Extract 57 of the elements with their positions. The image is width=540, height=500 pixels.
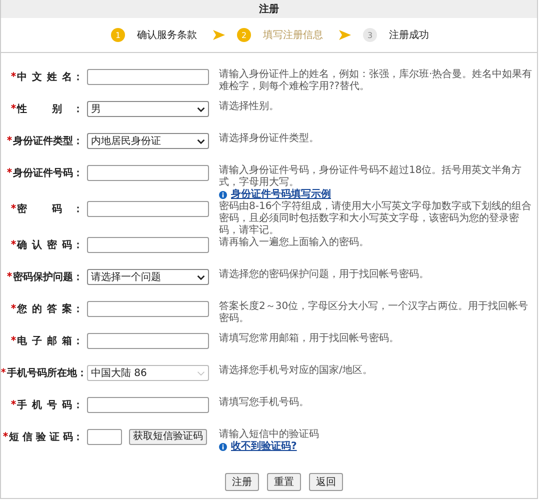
field-label: 身份证件号码： (13, 167, 83, 180)
hint-text: 密码由8-16个字符组成，请使用大小写英文字母加数字或下划线的组合密码，且必须同时包括数字和大小写英文字母，该密码为您的登录密码，请牢记。 (219, 201, 533, 236)
input-field[interactable] (87, 201, 209, 217)
step-label: 填写注册信息 (263, 28, 323, 42)
dropdown[interactable]: 中国大陆 86 (87, 365, 209, 381)
chevron-icon (197, 138, 205, 144)
hint-text: 请选择您的密码保护问题，用于找回帐号密码。 (219, 269, 430, 281)
form-button[interactable]: 重置 (267, 473, 301, 491)
field-label: 身份证件类型： (13, 135, 83, 148)
dropdown[interactable]: 请选择一个问题 (87, 269, 209, 285)
help-link[interactable]: 收不到验证码? (231, 441, 297, 453)
info-icon (219, 191, 227, 199)
arrow-icon (213, 30, 225, 40)
field-label: 您 的 答 案： (17, 303, 83, 316)
field-label: 密码保护问题： (13, 271, 83, 284)
field-label: 手机号码所在地： (6, 367, 83, 380)
hint-text: 请选择性别。 (219, 101, 280, 113)
hint-text: 请再输入一遍您上面输入的密码。 (219, 237, 370, 249)
code-field[interactable] (87, 429, 122, 445)
dropdown[interactable]: 男 (87, 101, 209, 117)
field-label: 手 机 号 码： (17, 399, 83, 412)
info-icon (219, 443, 227, 451)
hint-text: 请输入身份证件上的姓名，例如：张强，库尔班·热合曼。姓名中如果有难检字，则每个难检字用??替代。 (219, 69, 534, 93)
input-field[interactable] (87, 301, 209, 317)
form-button[interactable]: 注册 (225, 473, 259, 491)
chevron-icon (197, 106, 205, 112)
page-title: 注册 (259, 2, 279, 16)
hint-text: 请输入身份证件号码，身份证件号码不超过18位。括号用英文半角方式，字母用大写。 (219, 165, 523, 188)
field-label: 性 别： (17, 103, 83, 116)
input-field[interactable] (87, 69, 209, 85)
hint-text: 请填写您常用邮箱，用于找回帐号密码。 (219, 333, 400, 345)
hint-text: 请选择您手机号对应的国家/地区。 (219, 365, 374, 377)
input-field[interactable] (87, 397, 209, 413)
chevron-icon (197, 370, 205, 376)
step-label: 注册成功 (389, 28, 429, 42)
field-label: 中 文 姓 名： (17, 71, 83, 84)
step-number: 2 (237, 28, 251, 42)
hint-text: 请输入短信中的验证码 (219, 429, 320, 440)
input-field[interactable] (87, 237, 209, 253)
field-label: 密 码： (17, 203, 83, 216)
hint-text: 请选择身份证件类型。 (219, 133, 320, 145)
field-label: 电 子 邮 箱： (17, 335, 83, 348)
input-field[interactable] (87, 333, 209, 349)
chevron-icon (197, 274, 205, 280)
form-button[interactable]: 返回 (309, 473, 343, 491)
dropdown[interactable]: 内地居民身份证 (87, 133, 209, 149)
step-number: 3 (363, 28, 377, 42)
hint-text: 请填写您手机号码。 (219, 397, 310, 409)
help-link[interactable]: 身份证件号码填写示例 (231, 189, 331, 201)
step-number: 1 (111, 28, 125, 42)
input-field[interactable] (87, 165, 209, 181)
step-label: 确认服务条款 (137, 29, 197, 42)
arrow-icon (339, 30, 351, 40)
field-label: 短 信 验 证 码： (9, 431, 83, 444)
get-code-button[interactable]: 获取短信验证码 (129, 429, 207, 445)
field-label: 确 认 密 码： (17, 239, 83, 252)
hint-text: 答案长度2～30位，字母区分大小写，一个汉字占两位。用于找回帐号密码。 (219, 301, 530, 325)
